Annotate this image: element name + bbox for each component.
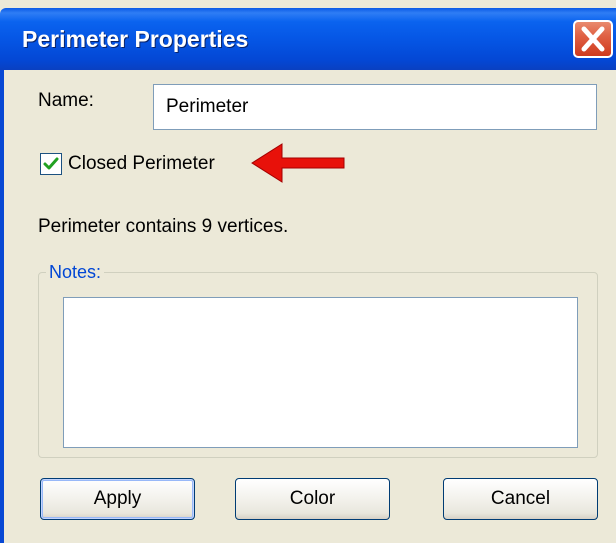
vertex-count-text: Perimeter contains 9 vertices. — [38, 216, 289, 237]
notes-label: Notes: — [46, 262, 105, 283]
cancel-button[interactable]: Cancel — [443, 478, 598, 520]
name-field[interactable] — [153, 84, 597, 130]
notes-textarea[interactable] — [63, 297, 578, 448]
close-button[interactable] — [573, 20, 613, 58]
apply-button[interactable]: Apply — [40, 478, 195, 520]
closed-perimeter-checkbox[interactable] — [40, 153, 62, 175]
red-arrow-icon — [251, 143, 345, 183]
close-icon — [581, 26, 605, 52]
window-frame — [0, 70, 4, 543]
checkmark-icon — [43, 157, 59, 170]
closed-perimeter-label[interactable]: Closed Perimeter — [68, 153, 215, 175]
title-bar[interactable]: Perimeter Properties — [0, 8, 616, 70]
dialog-title: Perimeter Properties — [22, 26, 249, 52]
name-label: Name: — [38, 90, 94, 111]
color-button[interactable]: Color — [235, 478, 390, 520]
perimeter-properties-dialog: Perimeter Properties Name: Closed Perime… — [0, 0, 616, 543]
